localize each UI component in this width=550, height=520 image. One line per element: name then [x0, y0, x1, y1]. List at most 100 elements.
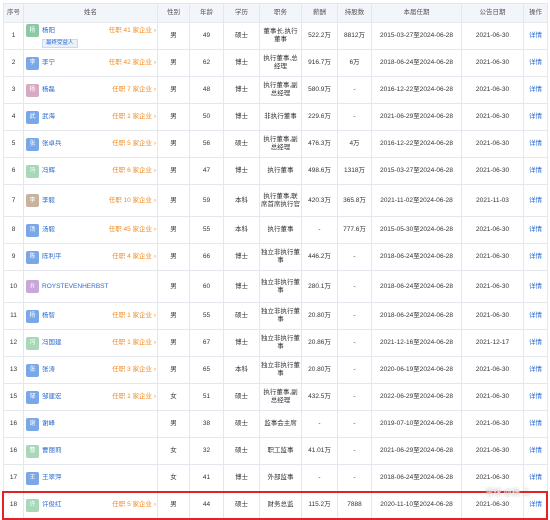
enterprise-count-link[interactable]: 任职 6 家企业 ›: [112, 167, 156, 175]
avatar[interactable]: 杨: [26, 83, 39, 97]
enterprise-count-link[interactable]: 任职 10 家企业 ›: [109, 197, 156, 205]
term-cell: 2021-11-02至2024-06-28: [371, 184, 462, 217]
person-name-link[interactable]: 李宁: [42, 59, 107, 67]
detail-link[interactable]: 详情: [529, 32, 542, 39]
detail-link[interactable]: 详情: [529, 474, 542, 481]
avatar[interactable]: 杨: [26, 24, 39, 37]
enterprise-count-link[interactable]: 任职 42 家企业 ›: [109, 59, 156, 67]
gender-cell: 男: [157, 270, 190, 303]
enterprise-count-link[interactable]: 任职 7 家企业 ›: [112, 86, 156, 94]
term-cell: 2022-06-29至2024-06-28: [371, 383, 462, 411]
person-name-link[interactable]: 许俊红: [42, 501, 110, 509]
detail-link[interactable]: 详情: [529, 283, 542, 290]
detail-link[interactable]: 详情: [529, 501, 542, 508]
detail-link[interactable]: 详情: [529, 167, 542, 174]
person-name-link[interactable]: 武海: [42, 113, 110, 121]
position-cell: 执行董事: [259, 216, 302, 244]
person-name-link[interactable]: 杨磊: [42, 86, 110, 94]
enterprise-count-link[interactable]: 任职 1 家企业 ›: [112, 393, 156, 401]
gender-cell: 男: [157, 49, 190, 77]
age-cell: 47: [189, 157, 224, 185]
avatar[interactable]: 陈: [26, 250, 39, 264]
term-cell: 2018-06-24至2024-06-28: [371, 302, 462, 330]
detail-link[interactable]: 详情: [529, 197, 542, 204]
person-name-link[interactable]: 陈利平: [42, 253, 110, 261]
enterprise-count-link[interactable]: 任职 5 家企业 ›: [112, 501, 156, 509]
term-cell: 2021-06-29至2024-06-28: [371, 437, 462, 465]
table-row: 7 李李毅 任职 10 家企业 › 男 59 本科 执行董事,联席首席执行官 420.3万 36…: [3, 184, 548, 217]
avatar[interactable]: R: [26, 280, 39, 293]
avatar[interactable]: 冯: [26, 336, 39, 350]
avatar[interactable]: 李: [26, 194, 39, 207]
enterprise-count-link[interactable]: 任职 4 家企业 ›: [112, 253, 156, 261]
person-name-link[interactable]: 张涛: [42, 366, 110, 374]
avatar[interactable]: 冯: [26, 164, 39, 178]
detail-link[interactable]: 详情: [529, 447, 542, 454]
avatar[interactable]: 谢: [26, 417, 39, 431]
person-name-link[interactable]: 李毅: [42, 197, 107, 205]
enterprise-count-link[interactable]: 任职 45 家企业 ›: [109, 226, 156, 234]
person-name-link[interactable]: 冯国建: [42, 339, 110, 347]
person-name-link[interactable]: 王翠萍: [42, 474, 156, 482]
person-name-link[interactable]: 汤毅: [42, 226, 107, 234]
person-name-link[interactable]: 冯辉: [42, 167, 110, 175]
name-cell: 曹曹丽莉: [23, 437, 158, 465]
name-cell: 李李毅 任职 10 家企业 ›: [23, 184, 158, 217]
avatar[interactable]: 张: [26, 363, 39, 377]
row-index-cell: 5: [3, 130, 24, 158]
name-cell: 冯冯国建 任职 1 家企业 ›: [23, 329, 158, 357]
announcement-date-cell: 2021-06-30: [461, 270, 524, 303]
detail-link[interactable]: 详情: [529, 339, 542, 346]
name-cell: 冯冯辉 任职 6 家企业 ›: [23, 157, 158, 185]
detail-link[interactable]: 详情: [529, 86, 542, 93]
enterprise-count-link[interactable]: 任职 41 家企业 ›: [109, 27, 156, 35]
age-cell: 67: [189, 329, 224, 357]
position-cell: 执行董事,副总经理: [259, 383, 302, 411]
avatar[interactable]: 许: [26, 498, 39, 512]
shares-cell: 365.8万: [337, 184, 372, 217]
enterprise-count-link[interactable]: 任职 1 家企业 ›: [112, 339, 156, 347]
detail-link[interactable]: 详情: [529, 113, 542, 120]
avatar[interactable]: 杨: [26, 309, 39, 323]
age-cell: 55: [189, 216, 224, 244]
person-name-link[interactable]: 曹丽莉: [42, 447, 156, 455]
executives-table: 序号 姓名 性别 年龄 学历 职务 薪酬 持股数 本届任期 公告日期 操作 1 杨杨阳 任职 41 家企…: [3, 3, 548, 519]
term-cell: 2015-03-27至2024-06-28: [371, 157, 462, 185]
person-name-link[interactable]: 张卓兵: [42, 140, 110, 148]
announcement-date-cell: 2021-06-30: [461, 22, 524, 50]
education-cell: 硕士: [223, 22, 260, 50]
detail-cell: 详情: [523, 243, 548, 271]
person-name-link[interactable]: 邹建宏: [42, 393, 110, 401]
avatar[interactable]: 李: [26, 56, 39, 70]
avatar[interactable]: 张: [26, 137, 39, 151]
table-row: 5 张张卓兵 任职 5 家企业 › 男 56 硕士 执行董事,副总经理 476.3万 4万 201…: [3, 130, 548, 158]
enterprise-count-link[interactable]: 任职 5 家企业 ›: [112, 140, 156, 148]
gender-cell: 男: [157, 157, 190, 185]
detail-link[interactable]: 详情: [529, 393, 542, 400]
detail-link[interactable]: 详情: [529, 226, 542, 233]
person-name-link[interactable]: 杨智: [42, 312, 110, 320]
salary-cell: -: [301, 410, 338, 438]
avatar[interactable]: 武: [26, 110, 39, 124]
avatar[interactable]: 汤: [26, 223, 39, 237]
detail-link[interactable]: 详情: [529, 312, 542, 319]
avatar[interactable]: 王: [26, 471, 39, 485]
table-row: 18 许许俊红 任职 5 家企业 › 男 44 硕士 财务总监 115.2万 7888 2020-…: [3, 491, 548, 519]
shares-cell: -: [337, 410, 372, 438]
detail-cell: 详情: [523, 383, 548, 411]
person-name-link[interactable]: ROYSTEVENHERBST: [42, 283, 156, 291]
enterprise-count-link[interactable]: 任职 1 家企业 ›: [112, 312, 156, 320]
person-name-link[interactable]: 杨阳: [42, 27, 107, 35]
avatar[interactable]: 曹: [26, 444, 39, 458]
table-row: 10 R ROYSTEVENHERBST 男 60 博士 独立非执行董事 280.1万 -201…: [3, 270, 548, 303]
detail-link[interactable]: 详情: [529, 420, 542, 427]
person-name-link[interactable]: 谢峰: [42, 420, 156, 428]
detail-link[interactable]: 详情: [529, 366, 542, 373]
detail-link[interactable]: 详情: [529, 59, 542, 66]
detail-link[interactable]: 详情: [529, 253, 542, 260]
detail-link[interactable]: 详情: [529, 140, 542, 147]
avatar[interactable]: 邹: [26, 390, 39, 404]
enterprise-count-link[interactable]: 任职 1 家企业 ›: [112, 113, 156, 121]
enterprise-count-link[interactable]: 任职 3 家企业 ›: [112, 366, 156, 374]
term-cell: 2016-12-22至2024-06-28: [371, 130, 462, 158]
